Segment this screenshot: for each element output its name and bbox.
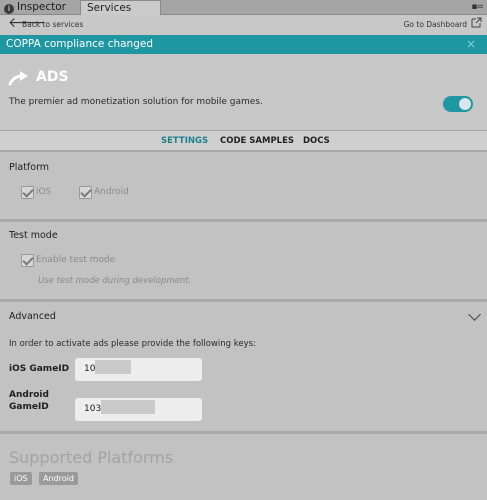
chevron-down-icon[interactable] [468, 308, 481, 321]
test-mode-hint: Use test mode during development. [38, 276, 192, 286]
ios-gameid-value: 10 [84, 364, 96, 374]
service-title: ADS [36, 69, 69, 85]
external-link-icon[interactable] [471, 17, 482, 28]
ios-checkbox-label: iOS [36, 187, 52, 197]
enable-test-mode-checkbox[interactable] [21, 254, 34, 267]
android-gameid-label-line2: GameID [9, 402, 49, 412]
platform-section: Platform iOS Android [0, 154, 487, 220]
redacted-block [101, 400, 156, 414]
service-header: ADS The premier ad monetization solution… [0, 54, 487, 130]
platform-badge-ios: iOS [10, 472, 32, 485]
section-divider [0, 431, 487, 434]
tab-settings[interactable]: SETTINGS [161, 136, 208, 146]
android-gameid-input[interactable]: 103 [75, 398, 202, 421]
notification-banner: COPPA compliance changed × [0, 35, 487, 54]
android-checkbox[interactable] [79, 186, 92, 199]
info-icon: i [4, 4, 14, 14]
banner-message: COPPA compliance changed [6, 38, 153, 50]
tab-inspector-label: Inspector [17, 1, 66, 13]
tab-docs[interactable]: DOCS [303, 136, 330, 146]
advanced-section: Advanced In order to activate ads please… [0, 302, 487, 431]
android-checkbox-label: Android [94, 187, 129, 197]
platform-title: Platform [9, 162, 50, 173]
services-toolbar: 🡐 Back to services Go to Dashboard [0, 15, 487, 35]
ios-gameid-input[interactable]: 10 [75, 358, 202, 381]
test-mode-section: Test mode Enable test mode Use test mode… [0, 222, 487, 300]
toggle-knob [459, 98, 471, 110]
service-description: The premier ad monetization solution for… [9, 97, 263, 107]
tab-services-label: Services [87, 2, 132, 14]
android-gameid-label-line1: Android [9, 390, 49, 400]
android-gameid-value: 103 [84, 404, 102, 414]
tab-inspector[interactable]: i Inspector [4, 0, 80, 15]
window-menu-icon[interactable]: ▪= [471, 3, 484, 12]
service-nav-tabs: SETTINGS CODE SAMPLES DOCS [0, 130, 487, 152]
tab-code-samples[interactable]: CODE SAMPLES [220, 136, 294, 146]
back-to-services-link[interactable]: Back to services [22, 20, 83, 29]
test-mode-title: Test mode [9, 230, 58, 241]
supported-platforms-title: Supported Platforms [9, 448, 174, 467]
platform-badge-android: Android [39, 472, 78, 485]
window-tab-bar: i Inspector Services ▪= [0, 0, 487, 15]
banner-close-icon[interactable]: × [466, 35, 476, 54]
advanced-instructions: In order to activate ads please provide … [9, 339, 256, 349]
advanced-title: Advanced [9, 311, 56, 322]
redacted-block [95, 360, 132, 374]
service-enable-toggle[interactable] [443, 96, 473, 112]
tab-services[interactable]: Services [80, 0, 161, 15]
ios-checkbox[interactable] [21, 186, 34, 199]
ads-arrow-icon [8, 71, 28, 86]
enable-test-mode-label: Enable test mode [36, 255, 116, 265]
ios-gameid-label: iOS GameID [9, 364, 70, 374]
go-to-dashboard-link[interactable]: Go to Dashboard [404, 20, 467, 29]
